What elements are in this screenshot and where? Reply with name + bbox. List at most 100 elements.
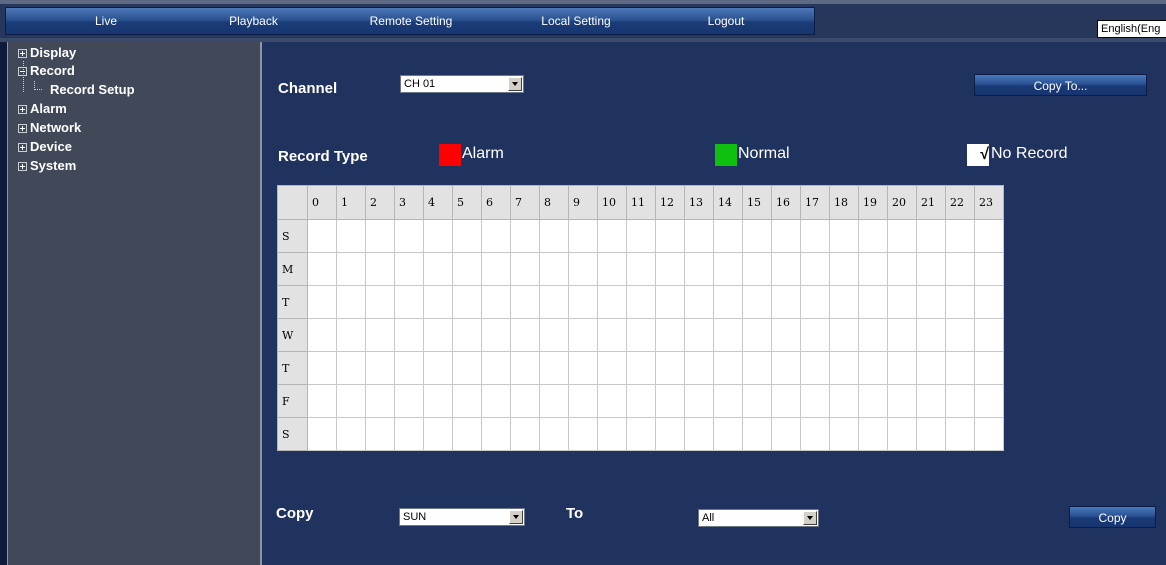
schedule-slot-cell[interactable] [974, 252, 1004, 286]
schedule-slot-cell[interactable] [423, 384, 453, 418]
schedule-slot-cell[interactable] [481, 219, 511, 253]
schedule-slot-cell[interactable] [887, 351, 917, 385]
tree-item-network[interactable]: Network [18, 119, 81, 137]
expand-icon[interactable] [18, 105, 27, 114]
schedule-slot-cell[interactable] [858, 417, 888, 451]
schedule-slot-cell[interactable] [394, 285, 424, 319]
expand-icon[interactable] [18, 143, 27, 152]
schedule-slot-cell[interactable] [336, 252, 366, 286]
copy-button[interactable]: Copy [1069, 506, 1156, 528]
schedule-slot-cell[interactable] [597, 285, 627, 319]
schedule-slot-cell[interactable] [394, 252, 424, 286]
schedule-slot-cell[interactable] [597, 384, 627, 418]
schedule-slot-cell[interactable] [307, 285, 337, 319]
schedule-slot-cell[interactable] [829, 252, 859, 286]
schedule-slot-cell[interactable] [916, 417, 946, 451]
schedule-slot-cell[interactable] [365, 417, 395, 451]
schedule-slot-cell[interactable] [539, 252, 569, 286]
schedule-slot-cell[interactable] [858, 219, 888, 253]
schedule-slot-cell[interactable] [655, 252, 685, 286]
schedule-slot-cell[interactable] [568, 252, 598, 286]
schedule-slot-cell[interactable] [655, 417, 685, 451]
schedule-slot-cell[interactable] [568, 285, 598, 319]
schedule-slot-cell[interactable] [655, 318, 685, 352]
schedule-slot-cell[interactable] [336, 318, 366, 352]
tree-item-device[interactable]: Device [18, 138, 72, 156]
schedule-slot-cell[interactable] [800, 285, 830, 319]
schedule-slot-cell[interactable] [887, 252, 917, 286]
schedule-slot-cell[interactable] [771, 285, 801, 319]
schedule-slot-cell[interactable] [423, 351, 453, 385]
schedule-slot-cell[interactable] [423, 318, 453, 352]
schedule-slot-cell[interactable] [916, 318, 946, 352]
schedule-slot-cell[interactable] [655, 219, 685, 253]
schedule-slot-cell[interactable] [626, 318, 656, 352]
schedule-slot-cell[interactable] [510, 285, 540, 319]
schedule-slot-cell[interactable] [800, 351, 830, 385]
expand-icon[interactable] [18, 162, 27, 171]
nav-live[interactable]: Live [46, 8, 166, 34]
nav-remote-setting[interactable]: Remote Setting [351, 8, 471, 34]
schedule-slot-cell[interactable] [887, 384, 917, 418]
schedule-slot-cell[interactable] [974, 318, 1004, 352]
schedule-slot-cell[interactable] [452, 384, 482, 418]
schedule-slot-cell[interactable] [481, 417, 511, 451]
schedule-slot-cell[interactable] [858, 351, 888, 385]
schedule-slot-cell[interactable] [742, 285, 772, 319]
schedule-slot-cell[interactable] [945, 318, 975, 352]
schedule-slot-cell[interactable] [597, 252, 627, 286]
schedule-slot-cell[interactable] [916, 252, 946, 286]
schedule-slot-cell[interactable] [568, 384, 598, 418]
schedule-slot-cell[interactable] [539, 417, 569, 451]
dropdown-arrow-icon[interactable] [509, 510, 523, 524]
schedule-slot-cell[interactable] [365, 285, 395, 319]
schedule-slot-cell[interactable] [307, 318, 337, 352]
schedule-slot-cell[interactable] [394, 318, 424, 352]
schedule-slot-cell[interactable] [510, 417, 540, 451]
schedule-slot-cell[interactable] [452, 285, 482, 319]
schedule-slot-cell[interactable] [539, 285, 569, 319]
schedule-slot-cell[interactable] [597, 318, 627, 352]
schedule-slot-cell[interactable] [945, 351, 975, 385]
nav-playback[interactable]: Playback [206, 8, 301, 34]
schedule-slot-cell[interactable] [684, 318, 714, 352]
schedule-slot-cell[interactable] [626, 384, 656, 418]
schedule-slot-cell[interactable] [626, 219, 656, 253]
schedule-slot-cell[interactable] [742, 252, 772, 286]
schedule-slot-cell[interactable] [829, 219, 859, 253]
schedule-slot-cell[interactable] [423, 285, 453, 319]
schedule-slot-cell[interactable] [771, 351, 801, 385]
schedule-slot-cell[interactable] [510, 318, 540, 352]
schedule-slot-cell[interactable] [336, 417, 366, 451]
schedule-slot-cell[interactable] [800, 384, 830, 418]
schedule-slot-cell[interactable] [771, 417, 801, 451]
schedule-slot-cell[interactable] [452, 351, 482, 385]
schedule-slot-cell[interactable] [916, 351, 946, 385]
schedule-slot-cell[interactable] [394, 384, 424, 418]
schedule-slot-cell[interactable] [684, 384, 714, 418]
schedule-slot-cell[interactable] [423, 219, 453, 253]
schedule-slot-cell[interactable] [510, 384, 540, 418]
schedule-slot-cell[interactable] [887, 285, 917, 319]
dropdown-arrow-icon[interactable] [803, 511, 817, 525]
schedule-slot-cell[interactable] [684, 252, 714, 286]
schedule-slot-cell[interactable] [394, 219, 424, 253]
schedule-slot-cell[interactable] [307, 417, 337, 451]
expand-icon[interactable] [18, 49, 27, 58]
copy-to-button[interactable]: Copy To... [974, 74, 1147, 96]
schedule-slot-cell[interactable] [626, 285, 656, 319]
schedule-slot-cell[interactable] [713, 252, 743, 286]
dropdown-arrow-icon[interactable] [508, 77, 522, 91]
schedule-slot-cell[interactable] [568, 219, 598, 253]
schedule-slot-cell[interactable] [539, 351, 569, 385]
schedule-slot-cell[interactable] [858, 384, 888, 418]
schedule-slot-cell[interactable] [684, 285, 714, 319]
schedule-slot-cell[interactable] [945, 384, 975, 418]
schedule-slot-cell[interactable] [713, 285, 743, 319]
schedule-slot-cell[interactable] [626, 252, 656, 286]
schedule-slot-cell[interactable] [510, 351, 540, 385]
schedule-slot-cell[interactable] [336, 351, 366, 385]
schedule-slot-cell[interactable] [365, 252, 395, 286]
schedule-slot-cell[interactable] [365, 384, 395, 418]
tree-item-record[interactable]: Record [18, 62, 75, 80]
